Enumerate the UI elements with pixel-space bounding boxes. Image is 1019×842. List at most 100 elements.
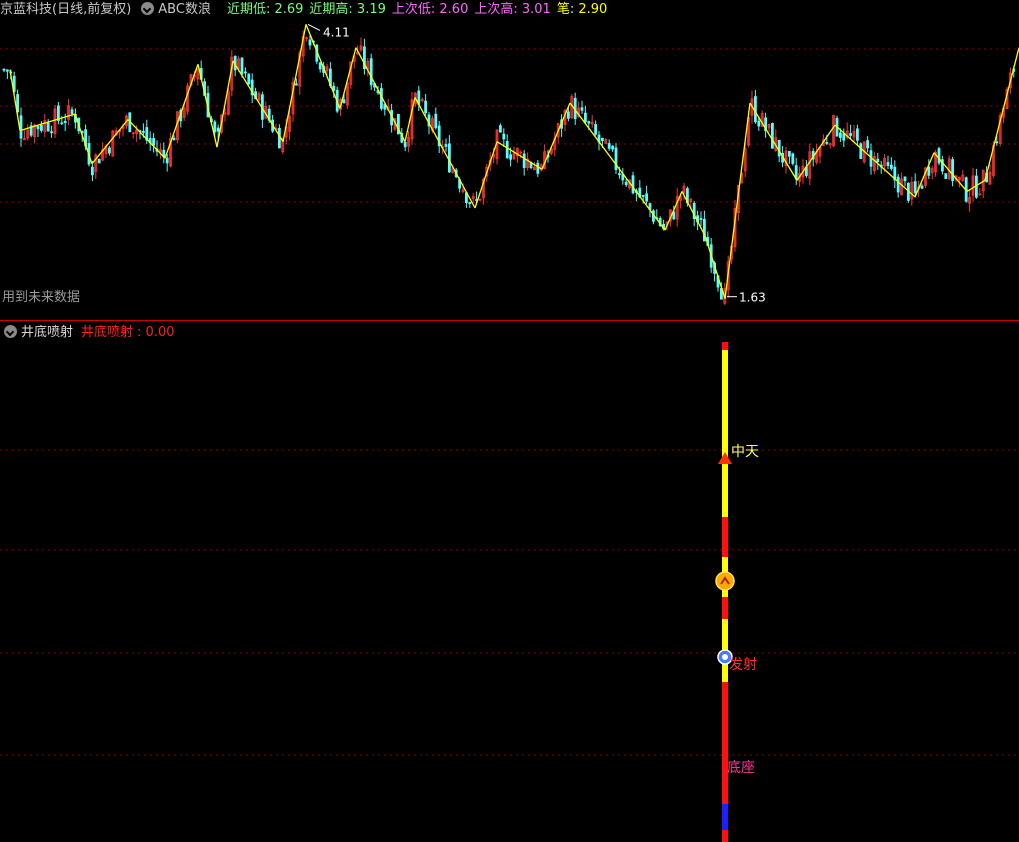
zigzag-segment — [664, 191, 683, 231]
candle-body — [788, 150, 791, 157]
future-data-note: 用到未来数据 — [2, 290, 81, 305]
signal-bar-red — [722, 597, 728, 619]
indicator-name: ABC数浪 — [158, 2, 211, 17]
candle-body — [536, 162, 540, 174]
candle-body — [594, 124, 597, 135]
candle-body — [63, 120, 67, 123]
marker-fashe: 发射 — [729, 657, 757, 673]
zigzag-segment — [681, 191, 706, 236]
candle-body — [903, 176, 907, 182]
candle-body — [754, 96, 757, 123]
candle-body — [369, 58, 373, 86]
candle-body — [468, 202, 472, 204]
candle-body — [920, 185, 924, 189]
candle-body — [60, 122, 64, 125]
candle-body — [856, 128, 859, 141]
candle-body — [777, 139, 781, 157]
candle-body — [498, 125, 502, 133]
zigzag-segment — [91, 119, 129, 165]
candle-body — [866, 140, 869, 149]
candle-body — [70, 109, 74, 114]
zigzag-segment — [355, 47, 406, 142]
zigzag-segment — [414, 97, 476, 209]
candle-body — [36, 125, 40, 130]
chevron-up-circle-icon — [715, 571, 735, 591]
candle-body — [97, 158, 101, 164]
zigzag-segment — [216, 60, 234, 148]
candle-body — [308, 39, 312, 46]
candle-body — [587, 121, 591, 124]
candle-body — [522, 153, 526, 169]
candle-body — [294, 83, 298, 86]
candle-body — [403, 141, 407, 148]
candle-body — [240, 57, 244, 75]
zigzag-segment — [984, 47, 1019, 181]
candle-body — [165, 157, 169, 164]
candle-body — [19, 115, 23, 139]
launch-badge-center — [722, 654, 728, 660]
candle-body — [645, 193, 648, 202]
candle-body — [141, 131, 145, 133]
candle-body — [896, 176, 900, 193]
candle-body — [318, 62, 322, 70]
candle-body — [580, 107, 584, 111]
marker-zhongtian: 中天 — [731, 444, 759, 460]
signal-bar-red — [722, 830, 728, 842]
stat-1: 近期高: 3.19 — [309, 2, 386, 17]
candle-body — [342, 99, 346, 104]
high-price-label: 4.11 — [323, 25, 350, 39]
collapse-toggle-icon[interactable] — [4, 325, 17, 338]
candle-body — [247, 73, 251, 85]
bottom-value-label: 井底喷射: 0.00 — [81, 325, 175, 340]
zigzag-segment — [569, 102, 666, 231]
zigzag-segment — [282, 24, 307, 142]
candle-body — [757, 120, 761, 127]
top-panel-header: 京蓝科技(日线,前复权) ABC数浪 近期低: 2.69 近期高: 3.19 上次低: … — [0, 0, 617, 18]
panel-divider[interactable] — [0, 320, 1019, 321]
candle-body — [624, 181, 628, 186]
collapse-toggle-icon[interactable] — [141, 2, 155, 15]
candle-body — [502, 133, 506, 140]
candle-body — [944, 173, 948, 179]
zigzag-segment — [704, 235, 726, 299]
zigzag-segment — [834, 124, 916, 198]
zigzag-segment — [796, 124, 836, 181]
candle-body — [50, 131, 53, 134]
candle-body — [631, 175, 635, 194]
candle-body — [172, 137, 176, 141]
candle-body — [886, 162, 890, 166]
signal-bar-red — [722, 517, 728, 557]
zigzag-segment — [232, 60, 284, 142]
bottom-indicator-name: 井底喷射 — [21, 325, 74, 340]
candle-body — [444, 144, 448, 147]
indicator-chart[interactable] — [0, 342, 1019, 842]
candle-body — [876, 158, 880, 163]
low-price-label: 1.63 — [739, 291, 766, 305]
price-chart[interactable]: 4.11 1.63 — [0, 18, 1019, 318]
candle-body — [152, 138, 156, 146]
candle-body — [6, 69, 9, 72]
zigzag-segment — [541, 102, 571, 170]
candle-body — [243, 71, 247, 74]
bottom-panel-header: 井底喷射 井底喷射: 0.00 — [0, 323, 183, 341]
candle-body — [424, 100, 428, 114]
candle-body — [951, 159, 954, 182]
candle-body — [505, 141, 509, 159]
candle-body — [607, 143, 611, 149]
candle-body — [849, 133, 852, 136]
zigzag-segment — [474, 141, 498, 209]
candle-body — [825, 142, 829, 144]
value-label-text: 井底喷射 — [81, 325, 134, 340]
candle-body — [791, 153, 795, 164]
stat-3: 上次高: 3.01 — [474, 2, 551, 17]
zigzag-segment — [749, 102, 798, 181]
candle-body — [937, 148, 941, 164]
candle-body — [641, 194, 645, 197]
signal-bar-red — [722, 342, 728, 350]
candle-body — [108, 147, 111, 154]
signal-bar-blue — [722, 804, 728, 830]
stat-2: 上次低: 2.60 — [391, 2, 469, 17]
candle-body — [890, 164, 893, 169]
stock-title: 京蓝科技(日线,前复权) — [0, 2, 132, 17]
zigzag-segment — [496, 141, 543, 170]
